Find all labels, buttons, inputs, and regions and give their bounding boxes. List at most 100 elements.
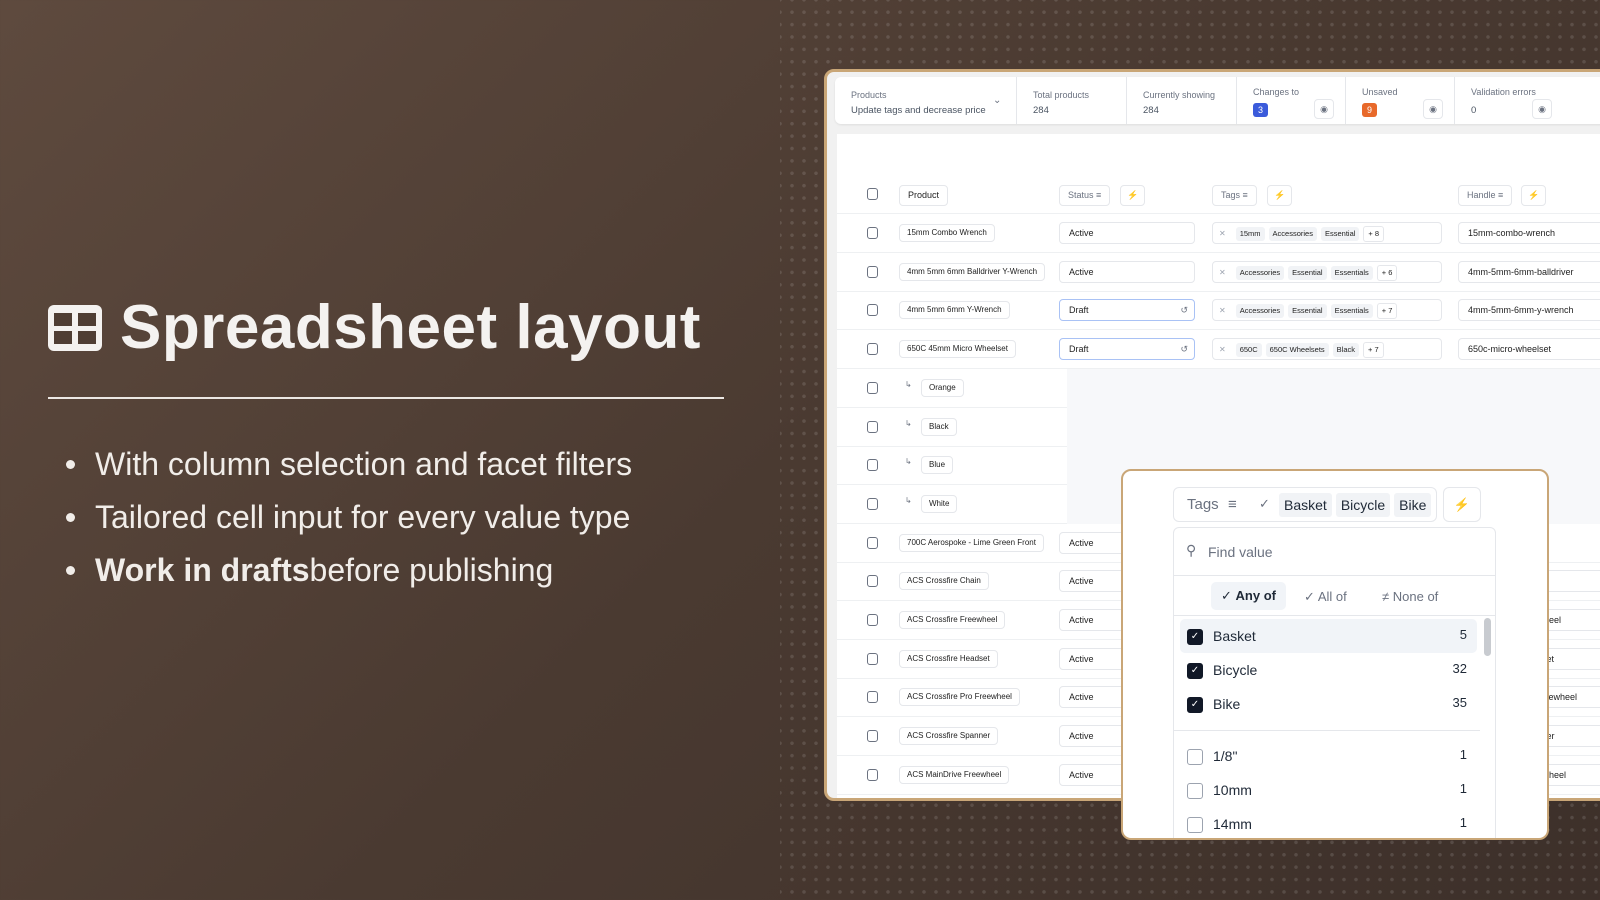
bolt-icon[interactable]: ⚡	[1267, 185, 1293, 206]
mode-any-of[interactable]: ✓ Any of	[1211, 582, 1286, 610]
column-tags[interactable]: Tags ≡	[1212, 185, 1257, 206]
eye-icon[interactable]: ◉	[1423, 99, 1443, 119]
stat-errors: Validation errors 0 ◉	[1455, 77, 1565, 124]
row-checkbox[interactable]	[867, 420, 878, 433]
tag-chip: Accessories	[1235, 304, 1285, 319]
product-name[interactable]: 4mm 5mm 6mm Balldriver Y-Wrench	[899, 262, 1046, 281]
bolt-icon[interactable]: ⚡	[1120, 185, 1146, 206]
column-status[interactable]: Status ≡	[1059, 185, 1111, 206]
option-checkbox: ✓	[1187, 663, 1203, 679]
tags-filter-header[interactable]: Tags ≡ ✓ Basket Bicycle Bike	[1173, 487, 1437, 522]
status-cell[interactable]: Active	[1059, 222, 1195, 244]
table-row: 4mm 5mm 6mm Y-Wrench Draft ↺ ✕ Accessories Es…	[837, 291, 1600, 331]
row-checkbox[interactable]	[867, 227, 878, 239]
tags-cell[interactable]: ✕ Accessories Essential Essentials + 7	[1212, 299, 1442, 322]
clear-icon: ✕	[1219, 345, 1226, 355]
select-all-checkbox[interactable]	[867, 188, 878, 200]
product-name[interactable]: 4mm 5mm 6mm Y-Wrench	[899, 301, 1010, 320]
filter-option[interactable]: ✓ Basket 5	[1180, 619, 1477, 653]
tags-cell[interactable]: ✕ 650C 650C Wheelsets Black + 7	[1212, 338, 1442, 361]
product-name[interactable]: 700C Aerospoke - Lime Green Front	[899, 533, 1044, 552]
mode-none-of[interactable]: ≠ None of	[1382, 589, 1438, 604]
selected-tag: Bike	[1394, 493, 1432, 517]
row-checkbox[interactable]	[867, 265, 878, 278]
filter-option[interactable]: ✓ Bicycle 32	[1180, 653, 1477, 687]
filter-option[interactable]: 1/8" 1	[1180, 739, 1477, 773]
stats-bar: Products Update tags and decrease price …	[835, 77, 1600, 124]
product-name[interactable]: ACS MainDrive Freewheel	[899, 765, 1010, 784]
search-field[interactable]: ⚲ Find value	[1174, 528, 1495, 576]
handle-cell[interactable]: 4mm-5mm-6mm-y-wrench	[1458, 299, 1600, 322]
double-check-icon: ✓	[1304, 589, 1315, 604]
eye-icon[interactable]: ◉	[1314, 99, 1334, 119]
status-cell[interactable]: Draft ↺	[1059, 338, 1195, 361]
row-checkbox[interactable]	[867, 536, 878, 549]
tags-filter-popover: Tags ≡ ✓ Basket Bicycle Bike ⚡ ⚲ Find valu…	[1121, 469, 1549, 840]
tag-chip: Accessories	[1235, 265, 1285, 280]
feature-item: Tailored cell input for every value type	[66, 491, 632, 544]
tag-chip: Essentials	[1330, 265, 1373, 280]
product-name[interactable]: ACS Crossfire Headset	[899, 649, 998, 668]
row-checkbox[interactable]	[867, 343, 878, 356]
row-checkbox[interactable]	[867, 497, 878, 510]
clear-icon: ✕	[1219, 229, 1226, 238]
option-checkbox	[1187, 783, 1203, 799]
column-product[interactable]: Product	[899, 185, 949, 206]
option-checkbox: ✓	[1187, 629, 1203, 645]
product-name[interactable]: ACS Crossfire Pro Freewheel	[899, 688, 1020, 707]
bolt-icon[interactable]: ⚡	[1521, 185, 1547, 206]
filter-dropdown: ⚲ Find value ✓ Any of ✓ All of ≠ None of…	[1173, 527, 1496, 838]
product-name[interactable]: 650C 45mm Micro Wheelset	[899, 340, 1016, 359]
tag-chip: Black	[1332, 343, 1360, 358]
product-name[interactable]: ACS Crossfire Spanner	[899, 727, 999, 746]
variant-arrow-icon: ↳	[905, 495, 912, 505]
row-checkbox[interactable]	[867, 381, 878, 394]
row-checkbox[interactable]	[867, 575, 878, 588]
more-tags: + 6	[1376, 264, 1398, 281]
handle-cell[interactable]: 4mm-5mm-6mm-balldriver	[1458, 260, 1600, 283]
filter-option[interactable]: ✓ Bike 35	[1180, 687, 1477, 721]
product-name[interactable]: ACS Crossfire Freewheel	[899, 611, 1006, 629]
selected-tag: Basket	[1279, 493, 1332, 517]
handle-cell[interactable]: 650c-micro-wheelset	[1458, 338, 1600, 361]
handle-cell[interactable]: 15mm-combo-wrench	[1458, 222, 1600, 244]
status-cell[interactable]: Active	[1059, 260, 1195, 283]
filter-icon: ≡	[1096, 190, 1102, 200]
row-checkbox[interactable]	[867, 730, 878, 743]
feature-item: With column selection and facet filters	[66, 438, 632, 491]
filter-option[interactable]: 14mm 1	[1180, 807, 1477, 838]
tag-chip: 650C	[1235, 343, 1262, 358]
column-handle[interactable]: Handle ≡	[1458, 185, 1513, 206]
row-checkbox[interactable]	[867, 304, 878, 317]
tags-cell[interactable]: ✕ 15mm Accessories Essential + 8	[1212, 222, 1442, 244]
table-icon	[48, 304, 102, 351]
variant-name: Blue	[921, 456, 954, 475]
tags-cell[interactable]: ✕ Accessories Essential Essentials + 6	[1212, 260, 1442, 283]
tag-chip: 15mm	[1235, 227, 1265, 241]
row-checkbox[interactable]	[867, 652, 878, 665]
more-tags: + 8	[1363, 226, 1385, 242]
status-cell[interactable]: Draft ↺	[1059, 299, 1195, 322]
variant-name: White	[921, 494, 958, 513]
tag-chip: Essential	[1288, 265, 1327, 280]
more-tags: + 7	[1363, 342, 1384, 359]
variant-name: Orange	[921, 378, 964, 397]
row-checkbox[interactable]	[867, 614, 878, 626]
row-checkbox[interactable]	[867, 459, 878, 472]
stat-showing: Currently showing 284	[1127, 77, 1237, 124]
filter-icon: ≡	[1228, 496, 1237, 513]
product-name[interactable]: ACS Crossfire Chain	[899, 572, 989, 591]
bolt-icon[interactable]: ⚡	[1443, 487, 1481, 522]
product-name[interactable]: 15mm Combo Wrench	[899, 224, 995, 242]
hero: Spreadsheet layout	[48, 292, 701, 363]
row-checkbox[interactable]	[867, 691, 878, 704]
mode-all-of[interactable]: ✓ All of	[1304, 589, 1347, 605]
scrollbar[interactable]	[1484, 618, 1491, 656]
option-checkbox	[1187, 817, 1203, 833]
eye-icon[interactable]: ◉	[1532, 99, 1552, 119]
filter-option[interactable]: 10mm 1	[1180, 773, 1477, 807]
table-row: ↳ Orange	[837, 368, 1600, 408]
row-checkbox[interactable]	[867, 768, 878, 781]
variant-arrow-icon: ↳	[905, 457, 912, 467]
products-selector[interactable]: Products Update tags and decrease price …	[835, 77, 1017, 124]
